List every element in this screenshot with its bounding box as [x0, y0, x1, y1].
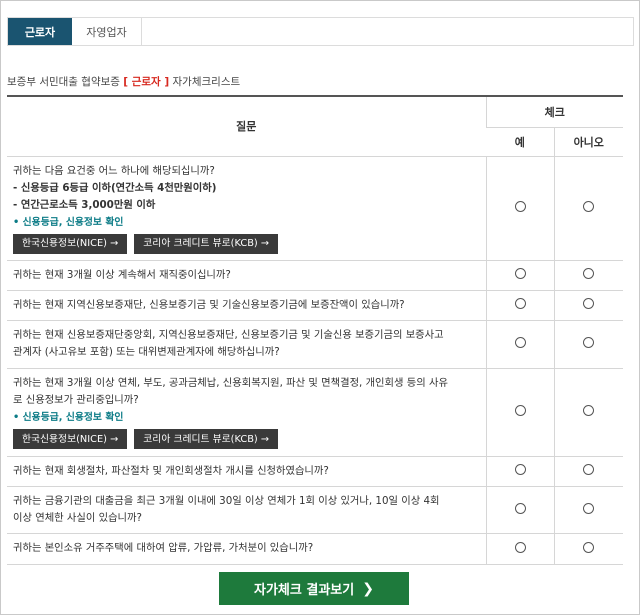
no-radio[interactable]: [583, 405, 595, 416]
no-radio[interactable]: [583, 201, 595, 212]
yes-radio[interactable]: [514, 337, 526, 348]
kcb-button[interactable]: 코리아 크레디트 뷰로(KCB) →: [134, 429, 279, 449]
check-header: 체크: [485, 95, 623, 128]
question-text: 귀하는 금융기관의 대출금을 최근 3개월 이내에 30일 이상 연체가 1회 …: [13, 494, 440, 507]
requirement-text: - 신용등급 6등급 이하(연간소득 4천만원이하): [13, 181, 217, 194]
question-text: 귀하는 현재 신용보증재단중앙회, 지역신용보증재단, 신용보증기금 및 기술신…: [13, 329, 444, 341]
yes-radio[interactable]: [514, 298, 526, 309]
no-radio[interactable]: [583, 268, 595, 279]
table-row: 귀하는 다음 요건중 어느 하나에 해당되십니까? - 신용등급 6등급 이하(…: [7, 156, 623, 261]
view-result-button[interactable]: 자가체크 결과보기 ❯: [219, 572, 409, 605]
question-text: 관계자 (사고유보 포함) 또는 대위변제관계자에 해당하십니까?: [13, 346, 280, 358]
table-row: 귀하는 현재 지역신용보증재단, 신용보증기금 및 기술신용보증기금에 보증잔액…: [7, 290, 623, 321]
table-row: 귀하는 현재 3개월 이상 계속해서 재직중이십니까?: [7, 260, 623, 291]
no-radio[interactable]: [583, 298, 595, 309]
title-prefix: 보증부 서민대출 협약보증: [7, 76, 120, 88]
question-cell: 귀하는 현재 3개월 이상 연체, 부도, 공과금체납, 신용회복지원, 파산 …: [7, 368, 486, 457]
question-text: 귀하는 현재 3개월 이상 연체, 부도, 공과금체납, 신용회복지원, 파산 …: [13, 377, 448, 389]
requirement-text: - 연간근로소득 3,000만원 이하: [13, 198, 156, 211]
no-header: 아니오: [553, 127, 623, 157]
tab-bar: 근로자 자영업자: [7, 17, 634, 46]
yes-radio[interactable]: [514, 541, 526, 553]
table-row: 귀하는 금융기관의 대출금을 최근 3개월 이내에 30일 이상 연체가 1회 …: [7, 486, 623, 534]
question-cell: 귀하는 금융기관의 대출금을 최근 3개월 이내에 30일 이상 연체가 1회 …: [7, 486, 486, 534]
tab-worker[interactable]: 근로자: [8, 18, 72, 45]
yes-header: 예: [486, 127, 554, 157]
no-radio[interactable]: [583, 337, 595, 348]
title-suffix: 자가체크리스트: [172, 76, 241, 88]
question-cell: 귀하는 현재 지역신용보증재단, 신용보증기금 및 기술신용보증기금에 보증잔액…: [7, 290, 486, 321]
table-row: 귀하는 현재 3개월 이상 연체, 부도, 공과금체납, 신용회복지원, 파산 …: [7, 368, 623, 457]
checklist-table: 질문 체크 예 아니오 귀하는 다음 요건중 어느 하나에 해당되십니까? - …: [7, 95, 623, 565]
question-text: 귀하는 현재 3개월 이상 계속해서 재직중이십니까?: [13, 268, 231, 281]
question-header: 질문: [7, 95, 486, 157]
credit-check-note: • 신용등급, 신용정보 확인: [13, 412, 124, 423]
question-text: 귀하는 현재 회생절차, 파산절차 및 개인회생절차 개시를 신청하였습니까?: [13, 464, 329, 477]
yes-radio[interactable]: [514, 464, 526, 475]
view-result-label: 자가체크 결과보기: [254, 583, 355, 598]
question-text: 귀하는 현재 지역신용보증재단, 신용보증기금 및 기술신용보증기금에 보증잔액…: [13, 298, 405, 311]
nice-button[interactable]: 한국신용정보(NICE) →: [13, 429, 128, 449]
yes-radio[interactable]: [514, 405, 526, 416]
kcb-button[interactable]: 코리아 크레디트 뷰로(KCB) →: [134, 233, 279, 254]
checklist-title: 보증부 서민대출 협약보증 [ 근로자 ] 자가체크리스트: [7, 74, 240, 89]
tab-self-employed[interactable]: 자영업자: [72, 18, 142, 45]
table-row: 귀하는 현재 회생절차, 파산절차 및 개인회생절차 개시를 신청하였습니까?: [7, 456, 623, 487]
title-highlight: [ 근로자 ]: [123, 76, 170, 88]
question-cell: 귀하는 현재 회생절차, 파산절차 및 개인회생절차 개시를 신청하였습니까?: [7, 456, 486, 487]
yes-radio[interactable]: [514, 268, 526, 279]
question-cell: 귀하는 현재 신용보증재단중앙회, 지역신용보증재단, 신용보증기금 및 기술신…: [7, 320, 486, 369]
yes-radio[interactable]: [514, 201, 526, 212]
question-text: 이상 연체한 사실이 있습니까?: [13, 511, 142, 524]
no-radio[interactable]: [583, 502, 595, 514]
question-text: 로 신용정보가 관리중입니까?: [13, 394, 139, 406]
credit-check-note: • 신용등급, 신용정보 확인: [13, 216, 124, 228]
table-row: 귀하는 현재 신용보증재단중앙회, 지역신용보증재단, 신용보증기금 및 기술신…: [7, 320, 623, 369]
question-cell: 귀하는 본인소유 거주주택에 대하여 압류, 가압류, 가처분이 있습니까?: [7, 533, 486, 565]
question-text: 귀하는 다음 요건중 어느 하나에 해당되십니까?: [13, 164, 215, 177]
question-text: 귀하는 본인소유 거주주택에 대하여 압류, 가압류, 가처분이 있습니까?: [13, 542, 314, 554]
no-radio[interactable]: [583, 541, 595, 553]
question-cell: 귀하는 다음 요건중 어느 하나에 해당되십니까? - 신용등급 6등급 이하(…: [7, 156, 486, 261]
question-cell: 귀하는 현재 3개월 이상 계속해서 재직중이십니까?: [7, 260, 486, 291]
no-radio[interactable]: [583, 464, 595, 475]
yes-radio[interactable]: [514, 502, 526, 514]
table-row: 귀하는 본인소유 거주주택에 대하여 압류, 가압류, 가처분이 있습니까?: [7, 533, 623, 565]
chevron-right-icon: ❯: [362, 580, 374, 597]
nice-button[interactable]: 한국신용정보(NICE) →: [13, 233, 128, 254]
